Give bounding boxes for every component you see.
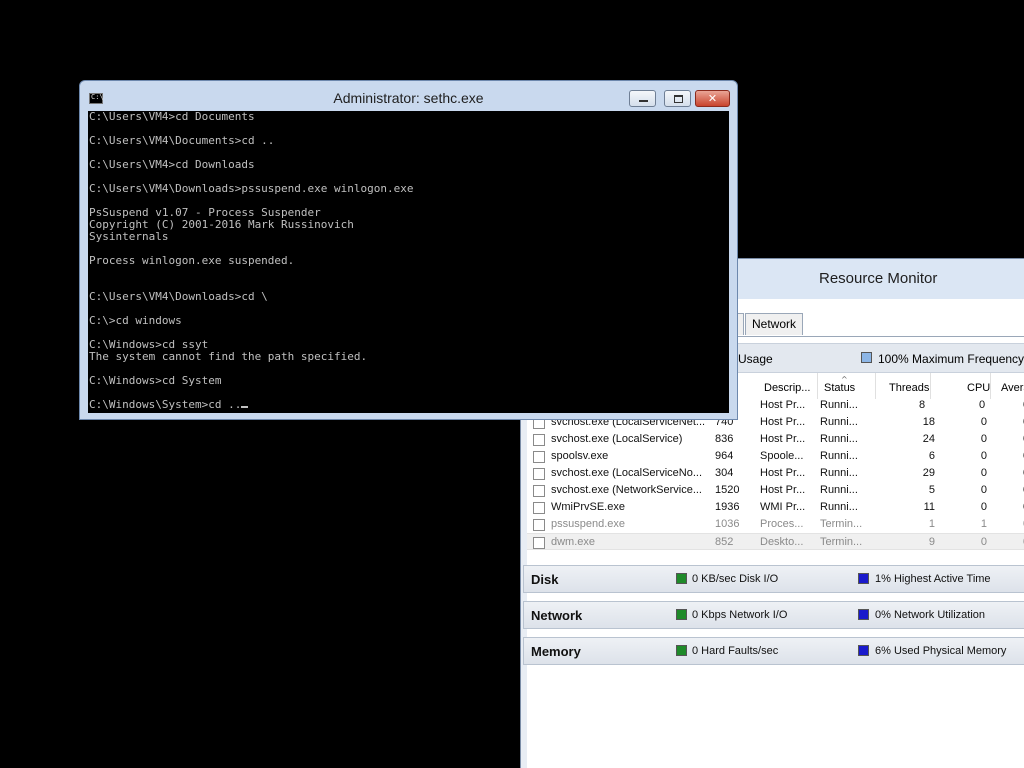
table-row[interactable]: svchost.exe (LocalServiceNo... 304 Host Pr…	[527, 465, 1024, 482]
cell-cpu: 0	[980, 416, 987, 428]
row-checkbox[interactable]	[533, 451, 545, 463]
network-section-title: Network	[531, 608, 583, 623]
network-section-header[interactable]: Network 0 Kbps Network I/O 0% Network Ut…	[523, 601, 1024, 629]
column-header-average-cpu[interactable]: Avera	[995, 373, 1024, 399]
cell-image: spoolsv.exe	[551, 450, 609, 462]
cell-status: Runni...	[820, 467, 858, 479]
cmd-titlebar[interactable]: C:\ Administrator: sethc.exe ✕	[80, 81, 737, 111]
cell-description: Host Pr...	[760, 467, 806, 479]
cell-threads: 18	[922, 416, 935, 428]
text-cursor	[241, 406, 249, 408]
cell-pid: 1520	[715, 484, 740, 496]
network-utilization-legend-icon	[858, 609, 869, 620]
command-prompt-window[interactable]: C:\ Administrator: sethc.exe ✕ C:\Users\…	[79, 80, 738, 420]
cell-cpu: 0	[980, 536, 987, 548]
console-output[interactable]: C:\Users\VM4>cd Documents C:\Users\VM4\D…	[88, 111, 729, 413]
cell-description: Proces...	[760, 518, 804, 530]
cell-threads: 5	[928, 484, 935, 496]
cell-pid: 304	[715, 467, 734, 479]
table-row[interactable]: WmiPrvSE.exe1936WMI Pr...Runni...1100	[527, 499, 1024, 516]
disk-active-time-stat: 1% Highest Active Time	[875, 573, 991, 585]
physical-memory-legend-icon	[858, 645, 869, 656]
maximize-button[interactable]	[664, 90, 691, 107]
cell-cpu: 0	[980, 484, 987, 496]
cell-status: Runni...	[820, 501, 858, 513]
row-checkbox[interactable]	[533, 485, 545, 497]
cell-pid: 1036	[715, 518, 740, 530]
memory-section-title: Memory	[531, 644, 581, 659]
cell-status: Termin...	[820, 518, 863, 530]
memory-section-header[interactable]: Memory 0 Hard Faults/sec 6% Used Physica…	[523, 637, 1024, 665]
cell-status: Runni...	[820, 450, 858, 462]
cell-threads: 9	[928, 536, 935, 548]
cell-status: Runni...	[820, 484, 858, 496]
column-header-status[interactable]: Status	[820, 373, 876, 399]
cell-cpu: 1	[980, 518, 987, 530]
cell-image: WmiPrvSE.exe	[551, 501, 625, 513]
frequency-legend-icon	[861, 352, 872, 363]
cell-threads: 29	[922, 467, 935, 479]
cell-cpu: 0	[980, 450, 987, 462]
minimize-icon	[639, 100, 648, 102]
cell-status: Termin...	[820, 536, 863, 548]
cell-description: Host Pr...	[760, 433, 806, 445]
table-row[interactable]: pssuspend.exe1036Proces...Termin...110	[527, 516, 1024, 533]
column-header-threads[interactable]: Threads	[879, 373, 931, 399]
network-io-legend-icon	[676, 609, 687, 620]
table-row[interactable]: spoolsv.exe964Spoole...Runni...600	[527, 448, 1024, 465]
cell-threads: 24	[922, 433, 935, 445]
console-text: C:\Users\VM4>cd Documents C:\Users\VM4\D…	[89, 111, 414, 411]
cell-image: svchost.exe (LocalService)	[551, 433, 683, 445]
cell-threads: 1	[928, 518, 935, 530]
close-icon: ✕	[707, 92, 718, 105]
cell-description: WMI Pr...	[760, 501, 806, 513]
cell-description: Spoole...	[760, 450, 804, 462]
cell-description: Host Pr...	[760, 484, 806, 496]
cell-cpu: 0	[980, 501, 987, 513]
tab-network[interactable]: Network	[745, 313, 804, 335]
physical-memory-stat: 6% Used Physical Memory	[875, 645, 1007, 657]
disk-io-legend-icon	[676, 573, 687, 584]
table-row[interactable]: svchost.exe (LocalService) 836 Host Pr... R…	[527, 431, 1024, 448]
cell-image: pssuspend.exe	[551, 518, 625, 530]
disk-io-stat: 0 KB/sec Disk I/O	[692, 573, 779, 585]
cell-status: Runni...	[820, 433, 858, 445]
cell-cpu: 0	[980, 433, 987, 445]
hard-faults-stat: 0 Hard Faults/sec	[692, 645, 779, 657]
table-row[interactable]: dwm.exe852Deskto...Termin...900	[527, 533, 1024, 550]
cell-pid: 1936	[715, 501, 740, 513]
cell-threads: 6	[928, 450, 935, 462]
column-header-cpu[interactable]: CPU	[933, 373, 991, 399]
cell-image: dwm.exe	[551, 536, 596, 548]
table-row[interactable]: svchost.exe (NetworkService... 1520 Host P…	[527, 482, 1024, 499]
cell-pid: 836	[715, 433, 734, 445]
row-checkbox[interactable]	[533, 502, 545, 514]
row-checkbox[interactable]	[533, 434, 545, 446]
resource-monitor-title: Resource Monitor	[819, 270, 938, 287]
disk-active-time-legend-icon	[858, 573, 869, 584]
cell-description: Deskto...	[760, 536, 804, 548]
hard-faults-legend-icon	[676, 645, 687, 656]
cell-pid: 964	[715, 450, 734, 462]
cell-cpu: 0	[980, 467, 987, 479]
cpu-usage-label: Usage	[738, 352, 773, 366]
column-header-description[interactable]: Descrip...	[760, 373, 818, 399]
cell-pid: 852	[715, 536, 734, 548]
cell-image: svchost.exe (NetworkService...	[551, 484, 702, 496]
cell-status: Runni...	[820, 416, 858, 428]
disk-section-title: Disk	[531, 572, 559, 587]
minimize-button[interactable]	[629, 90, 656, 107]
row-checkbox[interactable]	[533, 519, 545, 531]
network-utilization-stat: 0% Network Utilization	[875, 609, 986, 621]
row-checkbox[interactable]	[533, 537, 545, 549]
network-io-stat: 0 Kbps Network I/O	[692, 609, 788, 621]
maximize-icon	[674, 95, 683, 103]
close-button[interactable]: ✕	[695, 90, 730, 107]
cell-description: Host Pr...	[760, 416, 806, 428]
disk-section-header[interactable]: Disk 0 KB/sec Disk I/O 1% Highest Active…	[523, 565, 1024, 593]
cell-image: svchost.exe (LocalServiceNo...	[551, 467, 703, 479]
max-frequency-label: 100% Maximum Frequency	[878, 352, 1024, 366]
row-checkbox[interactable]	[533, 468, 545, 480]
cell-threads: 11	[923, 501, 935, 513]
